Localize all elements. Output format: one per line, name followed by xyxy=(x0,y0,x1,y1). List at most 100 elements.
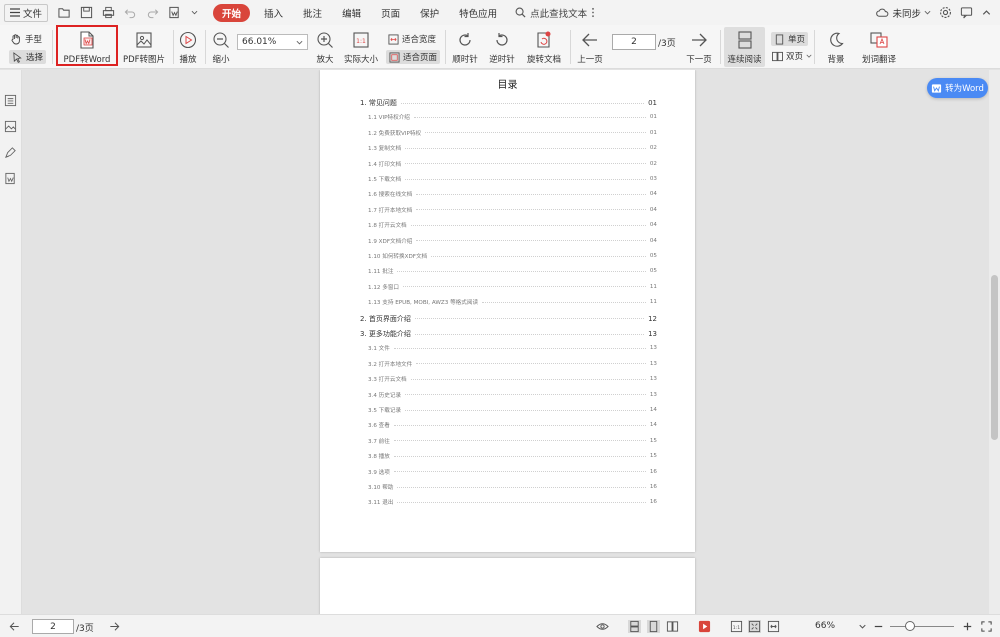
tab-protect[interactable]: 保护 xyxy=(410,6,449,20)
zoom-slider-track[interactable] xyxy=(890,626,954,627)
open-folder-icon[interactable] xyxy=(58,6,71,19)
double-page-button[interactable]: 双页 xyxy=(772,50,812,62)
toc-chapter-row[interactable]: 2. 首页界面介绍 12 xyxy=(360,314,657,324)
gear-icon[interactable] xyxy=(939,6,952,19)
hand-tool-button[interactable]: 手型 xyxy=(10,33,42,45)
search-text-button[interactable]: 点此查找文本 xyxy=(515,6,595,20)
chevron-down-icon[interactable] xyxy=(296,39,303,46)
plus-icon[interactable] xyxy=(961,620,974,633)
select-tool-button[interactable]: 选择 xyxy=(9,50,47,64)
sync-status-button[interactable]: 未同步 xyxy=(876,6,931,20)
minus-icon[interactable] xyxy=(872,620,885,633)
toc-section-row[interactable]: 1.9 XDF文档介绍 04 xyxy=(368,237,657,245)
toc-section-row[interactable]: 1.7 打开本地文档 04 xyxy=(368,206,657,214)
tab-page[interactable]: 页面 xyxy=(371,6,410,20)
toc-section-row[interactable]: 1.8 打开云文档 04 xyxy=(368,221,657,229)
continuous-view-icon[interactable] xyxy=(628,620,641,633)
rotate-cw-button[interactable]: 顺时针 xyxy=(450,30,480,65)
toc-section-row[interactable]: 3.1 文件 13 xyxy=(368,344,657,352)
toc-entry-title: 3.1 文件 xyxy=(368,346,390,353)
single-view-icon[interactable] xyxy=(647,620,660,633)
tab-start[interactable]: 开始 xyxy=(213,3,251,22)
document-workspace[interactable]: 目录 1. 常见问题 01 1.1 VIP特权介绍 01 1.2 免费获取VIP特权 01… xyxy=(23,70,989,614)
thumbnail-icon[interactable] xyxy=(4,120,17,133)
toc-section-row[interactable]: 1.4 打印文档 02 xyxy=(368,160,657,168)
page-number-input[interactable]: 2 xyxy=(612,34,656,50)
toc-section-row[interactable]: 3.11 退出 16 xyxy=(368,498,657,506)
toc-section-row[interactable]: 1.12 多窗口 11 xyxy=(368,283,657,291)
status-page-input[interactable]: 2 xyxy=(32,619,74,634)
tab-insert[interactable]: 插入 xyxy=(254,6,293,20)
document-convert-icon[interactable] xyxy=(4,172,17,185)
toc-entry-title: 1.6 搜索在线文档 xyxy=(368,192,413,199)
page-number-value: 2 xyxy=(631,37,637,47)
more-vertical-icon[interactable] xyxy=(591,7,595,18)
pdf-to-word-button[interactable]: PDF转Word xyxy=(60,30,114,65)
translate-button[interactable]: 划词翻译 xyxy=(858,30,900,65)
comment-icon[interactable] xyxy=(960,6,973,19)
zoom-slider-handle[interactable] xyxy=(905,621,915,631)
toc-section-row[interactable]: 3.7 前往 15 xyxy=(368,437,657,445)
convert-icon[interactable] xyxy=(168,6,181,19)
vertical-scrollbar[interactable] xyxy=(989,70,1000,614)
toc-section-row[interactable]: 1.2 免费获取VIP特权 01 xyxy=(368,129,657,137)
toc-section-row[interactable]: 3.6 查看 14 xyxy=(368,421,657,429)
background-button[interactable]: 背景 xyxy=(820,30,852,65)
fullscreen-icon[interactable] xyxy=(980,620,993,633)
double-page-icon xyxy=(772,51,783,61)
actual-size-button[interactable]: 1:1 实际大小 xyxy=(342,30,380,65)
toc-section-row[interactable]: 1.3 复制文档 02 xyxy=(368,144,657,152)
continuous-read-button[interactable]: 连续阅读 xyxy=(724,30,765,65)
outline-icon[interactable] xyxy=(4,94,17,107)
toc-section-row[interactable]: 3.2 打开本地文件 13 xyxy=(368,360,657,368)
rotate-ccw-button[interactable]: 逆时针 xyxy=(487,30,517,65)
redo-icon[interactable] xyxy=(146,6,159,19)
fit-width-button[interactable]: 适合宽度 xyxy=(388,33,436,45)
toc-chapter-row[interactable]: 3. 更多功能介绍 13 xyxy=(360,329,657,339)
actual-size-icon[interactable]: 1:1 xyxy=(730,620,743,633)
toc-section-row[interactable]: 3.5 下载记录 14 xyxy=(368,406,657,414)
chevron-down-icon[interactable] xyxy=(856,620,869,633)
arrow-right-icon[interactable] xyxy=(108,620,121,633)
tab-annotate[interactable]: 批注 xyxy=(293,6,332,20)
double-view-icon[interactable] xyxy=(666,620,679,633)
toc-section-row[interactable]: 3.3 打开云文档 13 xyxy=(368,375,657,383)
toc-section-row[interactable]: 3.9 选项 16 xyxy=(368,468,657,476)
pdf-to-image-button[interactable]: PDF转图片 xyxy=(120,30,168,65)
print-icon[interactable] xyxy=(102,6,115,19)
undo-icon[interactable] xyxy=(124,6,137,19)
scrollbar-thumb[interactable] xyxy=(991,275,998,440)
toc-section-row[interactable]: 1.1 VIP特权介绍 01 xyxy=(368,113,657,121)
fit-width-icon[interactable] xyxy=(767,620,780,633)
file-menu-button[interactable]: 文件 xyxy=(4,3,49,22)
toc-section-row[interactable]: 1.5 下载文档 03 xyxy=(368,175,657,183)
zoom-out-button[interactable]: 缩小 xyxy=(208,30,234,65)
play-button[interactable]: 播放 xyxy=(176,30,200,65)
chevron-down-icon[interactable] xyxy=(190,8,199,17)
toc-section-row[interactable]: 1.6 搜索在线文档 04 xyxy=(368,190,657,198)
toc-section-row[interactable]: 3.4 历史记录 13 xyxy=(368,391,657,399)
eye-protection-icon[interactable] xyxy=(596,620,609,633)
next-page-button[interactable]: 下一页 xyxy=(683,30,715,65)
chevron-up-icon[interactable] xyxy=(981,7,992,18)
tab-edit[interactable]: 编辑 xyxy=(332,6,371,20)
prev-page-button[interactable]: 上一页 xyxy=(574,30,606,65)
tab-features[interactable]: 特色应用 xyxy=(449,6,507,20)
toc-section-row[interactable]: 1.11 批注 05 xyxy=(368,267,657,275)
play-icon[interactable] xyxy=(698,620,711,633)
toc-section-row[interactable]: 1.10 如何转换XDF文档 05 xyxy=(368,252,657,260)
zoom-in-button[interactable]: 放大 xyxy=(312,30,338,65)
annotation-icon[interactable] xyxy=(4,146,17,159)
zoom-input[interactable]: 66.01% xyxy=(237,34,308,50)
toc-section-row[interactable]: 3.8 播放 15 xyxy=(368,452,657,460)
fit-page-button[interactable]: 适合页面 xyxy=(386,50,441,64)
arrow-left-icon[interactable] xyxy=(8,620,21,633)
fit-page-icon[interactable] xyxy=(748,620,761,633)
toc-chapter-row[interactable]: 1. 常见问题 01 xyxy=(360,98,657,108)
toc-section-row[interactable]: 1.13 支持 EPUB, MOBI, AWZ3 等格式阅读 11 xyxy=(368,298,657,306)
save-icon[interactable] xyxy=(80,6,93,19)
single-page-button[interactable]: 单页 xyxy=(771,32,809,46)
convert-to-word-button[interactable]: 转为Word xyxy=(927,78,988,98)
toc-section-row[interactable]: 3.10 帮助 16 xyxy=(368,483,657,491)
rotate-doc-button[interactable]: 旋转文档 xyxy=(524,30,564,65)
